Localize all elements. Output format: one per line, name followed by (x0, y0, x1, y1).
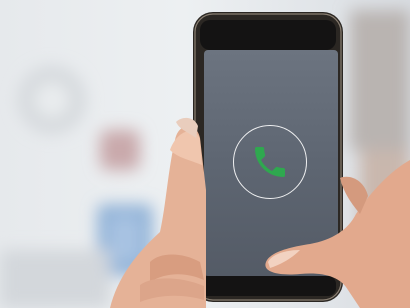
phone-call-screen (204, 50, 338, 276)
call-button[interactable] (233, 125, 307, 199)
phone-handset-icon (255, 147, 285, 177)
